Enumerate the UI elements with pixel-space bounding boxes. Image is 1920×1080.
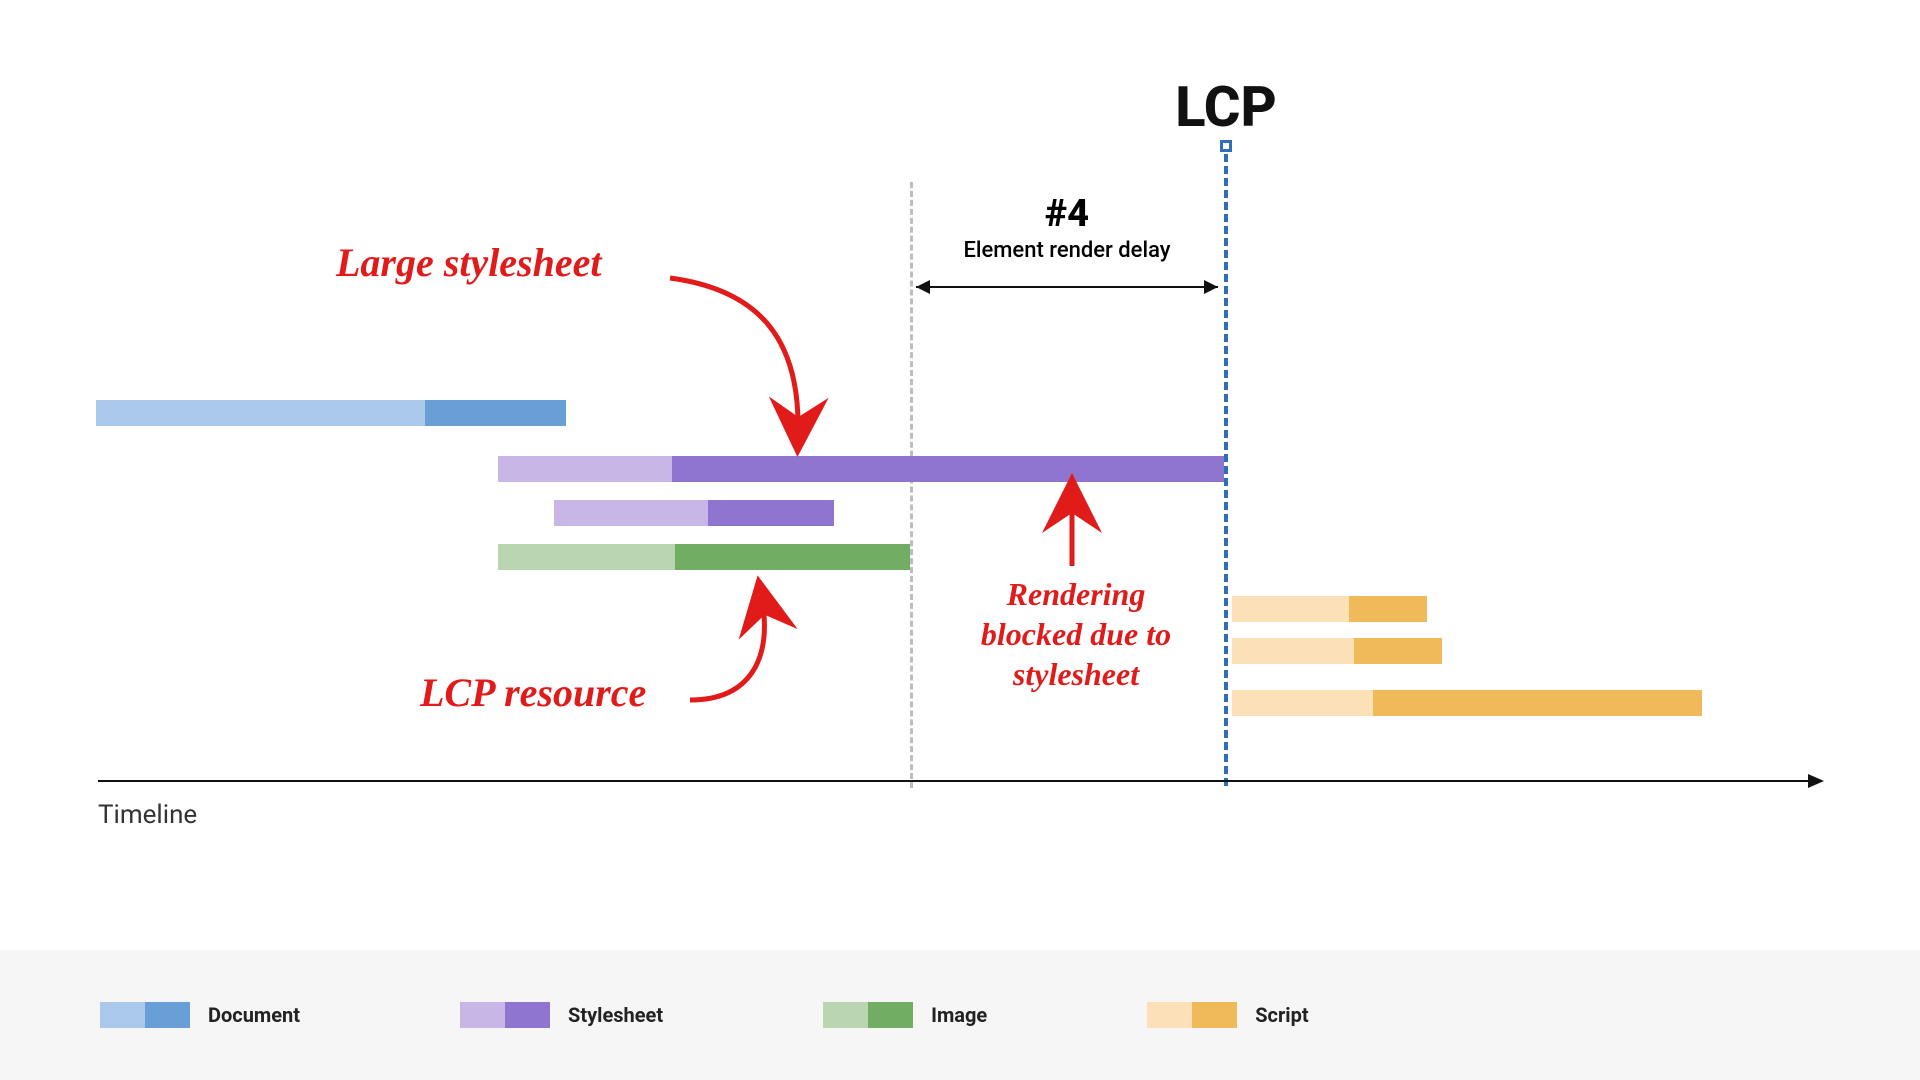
legend-swatch: [100, 1002, 190, 1028]
legend-swatch: [460, 1002, 550, 1028]
bar-seg-light: [1232, 638, 1354, 664]
legend-swatch: [823, 1002, 913, 1028]
legend-item-stylesheet: Stylesheet: [460, 1002, 663, 1028]
bar-image-lcp: [498, 544, 910, 570]
bar-seg-light: [1232, 690, 1373, 716]
segment-4-range-arrow: [916, 286, 1218, 288]
annotation-render-blocked: Rendering blocked due to stylesheet: [966, 574, 1186, 694]
bar-seg-dark: [672, 456, 1224, 482]
legend-label: Stylesheet: [568, 1003, 663, 1027]
lcp-label: LCP: [1175, 74, 1277, 140]
legend-item-script: Script: [1147, 1002, 1308, 1028]
annotation-lcp-resource: LCP resource: [420, 668, 646, 718]
bar-document: [96, 400, 566, 426]
timeline-axis: [98, 780, 1822, 782]
marker-lcp-cap: [1220, 140, 1232, 152]
timeline-diagram: LCP #4 Element render delay Timeline Lar…: [0, 0, 1920, 1080]
timeline-axis-label: Timeline: [98, 800, 197, 830]
bar-script-1: [1232, 596, 1427, 622]
bar-seg-dark: [425, 400, 566, 426]
marker-lcp-dashed: [1224, 142, 1228, 786]
bar-seg-dark: [1349, 596, 1427, 622]
bar-seg-light: [498, 544, 675, 570]
segment-4-label: #4 Element render delay: [963, 192, 1170, 263]
legend-item-image: Image: [823, 1002, 987, 1028]
legend-label: Image: [931, 1003, 987, 1027]
bar-script-2: [1232, 638, 1442, 664]
bar-seg-dark: [675, 544, 910, 570]
annotation-line: blocked due to: [966, 614, 1186, 654]
bar-stylesheet-large: [498, 456, 1224, 482]
marker-gray-dashed: [910, 182, 913, 788]
bar-stylesheet-small: [554, 500, 834, 526]
bar-seg-dark: [1373, 690, 1702, 716]
annotation-arrows: [0, 0, 1920, 1080]
legend-label: Document: [208, 1003, 300, 1027]
bar-seg-light: [96, 400, 425, 426]
legend-swatch: [1147, 1002, 1237, 1028]
bar-script-3: [1232, 690, 1702, 716]
bar-seg-light: [554, 500, 708, 526]
bar-seg-light: [498, 456, 672, 482]
legend-label: Script: [1255, 1003, 1308, 1027]
bar-seg-light: [1232, 596, 1349, 622]
annotation-line: stylesheet: [966, 654, 1186, 694]
annotation-large-stylesheet: Large stylesheet: [336, 238, 602, 288]
legend: Document Stylesheet Image Script: [0, 950, 1920, 1080]
segment-4-subtitle: Element render delay: [963, 238, 1170, 263]
bar-seg-dark: [1354, 638, 1442, 664]
legend-item-document: Document: [100, 1002, 300, 1028]
bar-seg-dark: [708, 500, 834, 526]
annotation-line: Rendering: [966, 574, 1186, 614]
segment-4-title: #4: [963, 192, 1170, 236]
